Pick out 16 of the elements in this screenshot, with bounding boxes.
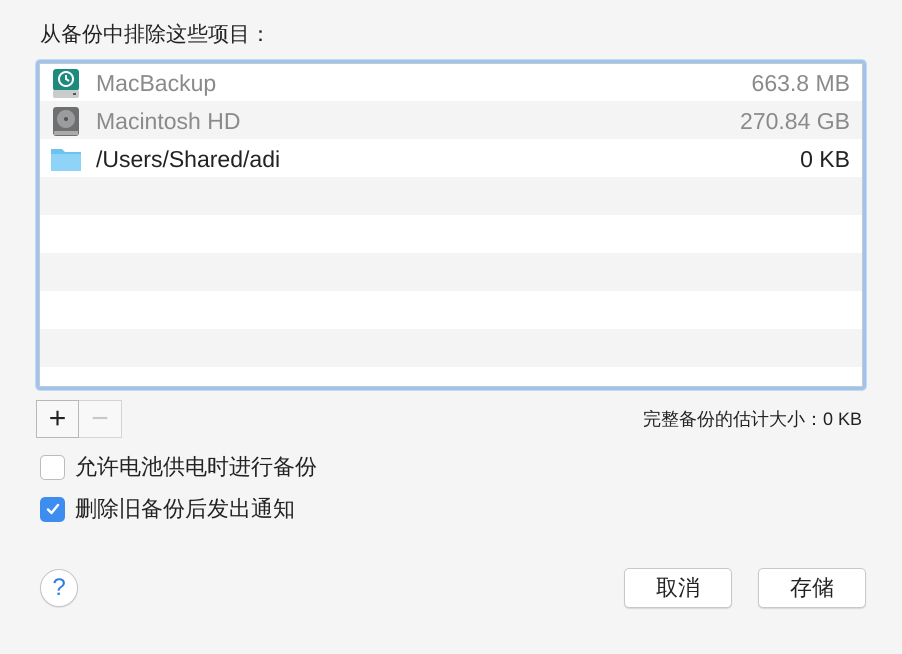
- item-size: 663.8 MB: [752, 70, 850, 96]
- item-size: 0 KB: [800, 146, 850, 172]
- help-button[interactable]: ?: [40, 569, 78, 607]
- item-name[interactable]: /Users/Shared/adi: [96, 146, 786, 172]
- checkbox-label[interactable]: 允许电池供电时进行备份: [75, 452, 317, 482]
- estimated-size: 完整备份的估计大小：0 KB: [642, 408, 862, 431]
- checkbox[interactable]: [40, 496, 65, 522]
- item-size: 270.84 GB: [740, 108, 850, 134]
- backup-disk-icon: [50, 67, 82, 99]
- checkbox[interactable]: [40, 454, 65, 480]
- list-heading: 从备份中排除这些项目：: [40, 22, 271, 48]
- save-button[interactable]: 存储: [758, 568, 866, 608]
- add-button[interactable]: +: [36, 400, 79, 438]
- checkmark-icon: [44, 501, 60, 517]
- cancel-button[interactable]: 取消: [624, 568, 732, 608]
- checkbox-label[interactable]: 删除旧备份后发出通知: [75, 494, 295, 524]
